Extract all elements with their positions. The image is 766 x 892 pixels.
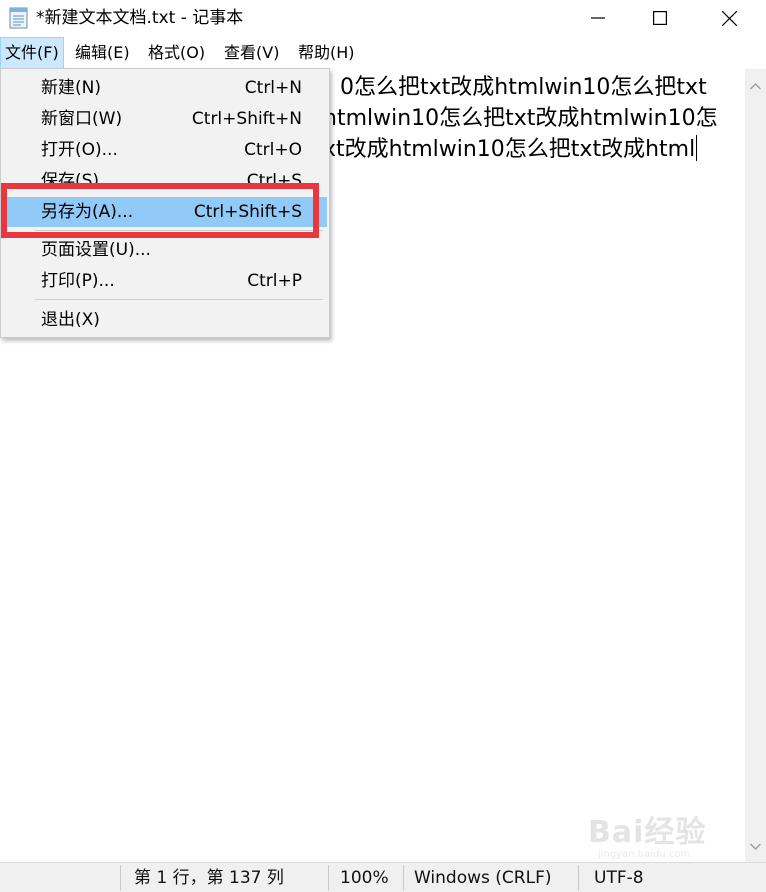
- menu-item-shortcut: Ctrl+O: [244, 140, 302, 160]
- menu-item-label: 打开(O)...: [41, 140, 118, 160]
- watermark-text: Bai经验: [588, 815, 707, 850]
- minimize-icon: [591, 17, 605, 19]
- menu-file[interactable]: 文件(F): [0, 37, 64, 69]
- menu-item-exit[interactable]: 退出(X): [3, 305, 327, 335]
- editor-line: htmlwin10怎么把txt改成htmlwin10怎: [323, 106, 718, 131]
- menu-item-new[interactable]: 新建(N) Ctrl+N: [3, 73, 327, 103]
- menu-item-label: 新窗口(W): [41, 109, 123, 129]
- editor-line-last: xt改成htmlwin10怎么把txt改成html: [323, 134, 698, 165]
- scroll-down-icon[interactable]: [749, 835, 762, 854]
- scroll-up-icon[interactable]: [749, 75, 762, 94]
- menu-edit[interactable]: 编辑(E): [71, 37, 134, 69]
- menu-item-shortcut: Ctrl+N: [244, 78, 302, 98]
- highlight-annotation-box: [1, 183, 319, 238]
- watermark-subtext: jingyan.baidu.com: [598, 849, 691, 860]
- window-title: *新建文本文档.txt - 记事本: [36, 8, 244, 28]
- status-separator: [578, 865, 579, 891]
- menu-item-new-window[interactable]: 新窗口(W) Ctrl+Shift+N: [3, 104, 327, 134]
- maximize-icon: [653, 11, 667, 25]
- menu-item-shortcut: Ctrl+P: [247, 271, 302, 291]
- status-separator: [328, 865, 329, 891]
- menu-item-label: 打印(P)...: [41, 271, 115, 291]
- menu-view[interactable]: 查看(V): [220, 37, 283, 69]
- encoding: UTF-8: [594, 868, 644, 888]
- vertical-scrollbar[interactable]: [745, 69, 766, 862]
- text-caret: [696, 135, 698, 161]
- cursor-position: 第 1 行，第 137 列: [134, 868, 284, 888]
- maximize-button[interactable]: [637, 0, 683, 36]
- title-bar: *新建文本文档.txt - 记事本: [0, 0, 766, 36]
- editor-line-text: xt改成htmlwin10怎么把txt改成html: [323, 137, 696, 162]
- menu-separator: [35, 299, 323, 300]
- zoom-level: 100%: [340, 868, 389, 888]
- menu-help[interactable]: 帮助(H): [294, 37, 359, 69]
- menu-item-page-setup[interactable]: 页面设置(U)...: [3, 235, 327, 265]
- minimize-button[interactable]: [575, 0, 621, 36]
- status-separator: [403, 865, 404, 891]
- baidu-watermark: Bai经验 jingyan.baidu.com: [588, 816, 728, 860]
- menu-item-label: 退出(X): [41, 310, 100, 330]
- editor-line: 0怎么把txt改成htmlwin10怎么把txt: [340, 75, 707, 100]
- status-bar: 第 1 行，第 137 列 100% Windows (CRLF) UTF-8: [0, 862, 766, 892]
- menu-item-print[interactable]: 打印(P)... Ctrl+P: [3, 266, 327, 296]
- menu-format[interactable]: 格式(O): [144, 37, 209, 69]
- menu-item-label: 新建(N): [41, 78, 101, 98]
- menu-item-label: 页面设置(U)...: [41, 240, 151, 260]
- line-ending: Windows (CRLF): [414, 868, 552, 888]
- menu-item-open[interactable]: 打开(O)... Ctrl+O: [3, 135, 327, 165]
- status-separator: [120, 865, 121, 891]
- close-icon: [721, 10, 737, 26]
- close-button[interactable]: [706, 0, 752, 36]
- menu-bar: 文件(F) 编辑(E) 格式(O) 查看(V) 帮助(H): [0, 37, 766, 69]
- notepad-icon: [8, 5, 30, 29]
- menu-item-shortcut: Ctrl+Shift+N: [191, 109, 302, 129]
